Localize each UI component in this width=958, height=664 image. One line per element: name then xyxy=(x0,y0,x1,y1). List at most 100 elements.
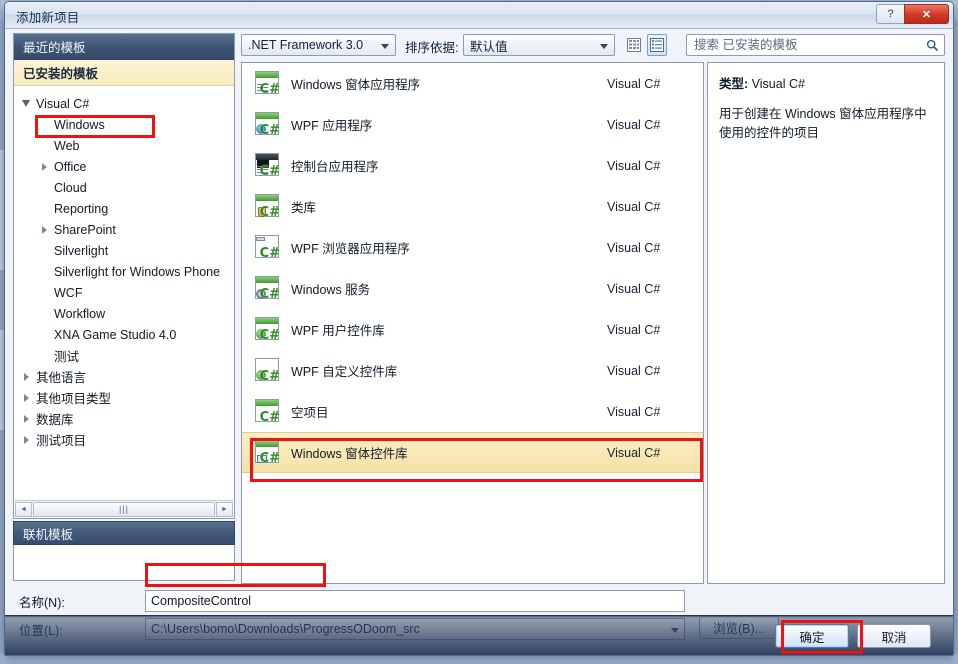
online-templates-panel xyxy=(13,545,235,581)
project-name-input[interactable]: CompositeControl xyxy=(145,590,685,612)
close-button[interactable]: ✕ xyxy=(904,4,949,24)
template-list-item-selected[interactable]: C# Windows 窗体控件库 Visual C# xyxy=(242,432,703,473)
template-language: Visual C# xyxy=(607,322,661,337)
csharp-class-library-icon: C# xyxy=(252,193,280,220)
category-tree-item-label: Silverlight xyxy=(54,243,109,258)
chevron-right-icon[interactable] xyxy=(20,370,33,383)
list-view-icon xyxy=(650,38,664,52)
template-categories-panel: 最近的模板 已安装的模板 Visual C# Windows Web Office Cl… xyxy=(13,33,235,519)
category-tree-item-label: Windows xyxy=(54,117,105,132)
category-tree-item-label: SharePoint xyxy=(54,222,116,237)
chevron-right-icon[interactable] xyxy=(20,433,33,446)
template-name: WPF 用户控件库 xyxy=(291,324,385,338)
template-list-item[interactable]: C# Windows 窗体应用程序 Visual C# xyxy=(242,63,703,104)
category-tree-item[interactable]: Reporting xyxy=(14,198,234,219)
template-list-item[interactable]: C# 类库 Visual C# xyxy=(242,186,703,227)
help-button[interactable]: ? xyxy=(876,4,904,24)
framework-version-dropdown[interactable]: .NET Framework 3.0 xyxy=(241,34,396,56)
chevron-down-icon xyxy=(600,44,608,49)
category-tree[interactable]: Visual C# Windows Web Office Cloud Reporting S… xyxy=(14,87,234,476)
category-tree-item-label: 其他语言 xyxy=(36,371,87,385)
template-list-item[interactable]: C# 控制台应用程序 Visual C# xyxy=(242,145,703,186)
template-language: Visual C# xyxy=(607,363,661,378)
description-type-row: 类型: Visual C# xyxy=(719,73,933,92)
installed-templates-header[interactable]: 已安装的模板 xyxy=(14,60,234,86)
template-list-item[interactable]: C# WPF 自定义控件库 Visual C# xyxy=(242,350,703,391)
template-name: 类库 xyxy=(291,201,317,215)
csharp-wpf-browser-app-icon: C# xyxy=(252,234,280,261)
category-tree-item-label: 数据库 xyxy=(36,413,74,427)
category-tree-item[interactable]: 测试项目 xyxy=(14,429,234,450)
description-text: 用于创建在 Windows 窗体应用程序中使用的控件的项目 xyxy=(719,107,927,141)
category-tree-item[interactable]: Visual C# xyxy=(14,93,234,114)
scroll-right-icon[interactable]: ► xyxy=(216,501,233,517)
search-box[interactable] xyxy=(686,34,945,56)
chevron-right-icon[interactable] xyxy=(38,160,51,173)
search-input[interactable] xyxy=(687,37,920,53)
category-tree-item-label: 其他项目类型 xyxy=(36,392,112,406)
template-name: WPF 浏览器应用程序 xyxy=(291,242,410,256)
cancel-button[interactable]: 取消 xyxy=(857,624,931,648)
template-list-item[interactable]: C# 空项目 Visual C# xyxy=(242,391,703,432)
category-tree-hscrollbar[interactable]: ◄ ||| ► xyxy=(15,500,233,517)
category-tree-item[interactable]: 其他语言 xyxy=(14,366,234,387)
category-tree-item[interactable]: SharePoint xyxy=(14,219,234,240)
category-tree-item[interactable]: XNA Game Studio 4.0 xyxy=(14,324,234,345)
name-row: 名称(N): CompositeControl xyxy=(5,588,953,614)
category-tree-item[interactable]: Office xyxy=(14,156,234,177)
online-templates-header[interactable]: 联机模板 xyxy=(13,521,235,545)
category-tree-item[interactable]: 其他项目类型 xyxy=(14,387,234,408)
category-tree-item[interactable]: Silverlight for Windows Phone xyxy=(14,261,234,282)
category-tree-item[interactable]: 测试 xyxy=(14,345,234,366)
template-language: Visual C# xyxy=(607,199,661,214)
chevron-down-icon[interactable] xyxy=(20,97,33,110)
category-tree-item-label: Workflow xyxy=(54,306,106,321)
template-list-item[interactable]: C# WPF 应用程序 Visual C# xyxy=(242,104,703,145)
list-view-button[interactable] xyxy=(647,34,667,56)
category-tree-item[interactable]: Workflow xyxy=(14,303,234,324)
template-name: 控制台应用程序 xyxy=(291,160,379,174)
hscroll-thumb[interactable]: ||| xyxy=(33,501,215,517)
category-tree-item[interactable]: 数据库 xyxy=(14,408,234,429)
category-tree-item[interactable]: WCF xyxy=(14,282,234,303)
category-tree-item[interactable]: Silverlight xyxy=(14,240,234,261)
category-tree-item[interactable]: Cloud xyxy=(14,177,234,198)
template-list-item[interactable]: C# Windows 服务 Visual C# xyxy=(242,268,703,309)
template-list-item[interactable]: C# WPF 浏览器应用程序 Visual C# xyxy=(242,227,703,268)
template-list[interactable]: C# Windows 窗体应用程序 Visual C# C# WPF 应用程序 Visua… xyxy=(241,62,704,584)
template-name: Windows 服务 xyxy=(291,283,371,297)
medium-icons-icon xyxy=(627,38,641,52)
description-type-label: 类型: xyxy=(719,77,749,91)
description-type-value: Visual C# xyxy=(751,77,805,91)
template-list-item[interactable]: C# WPF 用户控件库 Visual C# xyxy=(242,309,703,350)
sort-by-label: 排序依据: xyxy=(405,41,459,55)
category-tree-item[interactable]: Windows xyxy=(14,114,234,135)
category-tree-item-label: XNA Game Studio 4.0 xyxy=(54,327,177,342)
category-tree-item[interactable]: Web xyxy=(14,135,234,156)
recent-templates-header[interactable]: 最近的模板 xyxy=(14,34,234,60)
category-tree-item-label: Office xyxy=(54,159,87,174)
csharp-winforms-app-icon: C# xyxy=(252,70,280,97)
chevron-right-icon[interactable] xyxy=(38,223,51,236)
chevron-right-icon[interactable] xyxy=(20,391,33,404)
search-icon[interactable] xyxy=(920,39,944,52)
scroll-left-icon[interactable]: ◄ xyxy=(15,501,32,517)
csharp-console-app-icon: C# xyxy=(252,152,280,179)
dialog-title-bar: 添加新项目 ? ✕ xyxy=(5,2,953,29)
ok-button[interactable]: 确定 xyxy=(775,624,849,648)
dialog-body: 最近的模板 已安装的模板 Visual C# Windows Web Office Cl… xyxy=(5,29,953,655)
category-tree-item-label: Web xyxy=(54,138,80,153)
csharp-winforms-control-library-icon: C# xyxy=(252,439,280,466)
medium-icons-view-button[interactable] xyxy=(624,34,644,56)
add-new-project-dialog: 添加新项目 ? ✕ 最近的模板 已安装的模板 Visual C# Windows W… xyxy=(4,1,954,656)
sort-by-dropdown[interactable]: 默认值 xyxy=(463,34,615,56)
template-language: Visual C# xyxy=(607,445,661,460)
template-name: WPF 自定义控件库 xyxy=(291,365,398,379)
chevron-right-icon[interactable] xyxy=(20,412,33,425)
